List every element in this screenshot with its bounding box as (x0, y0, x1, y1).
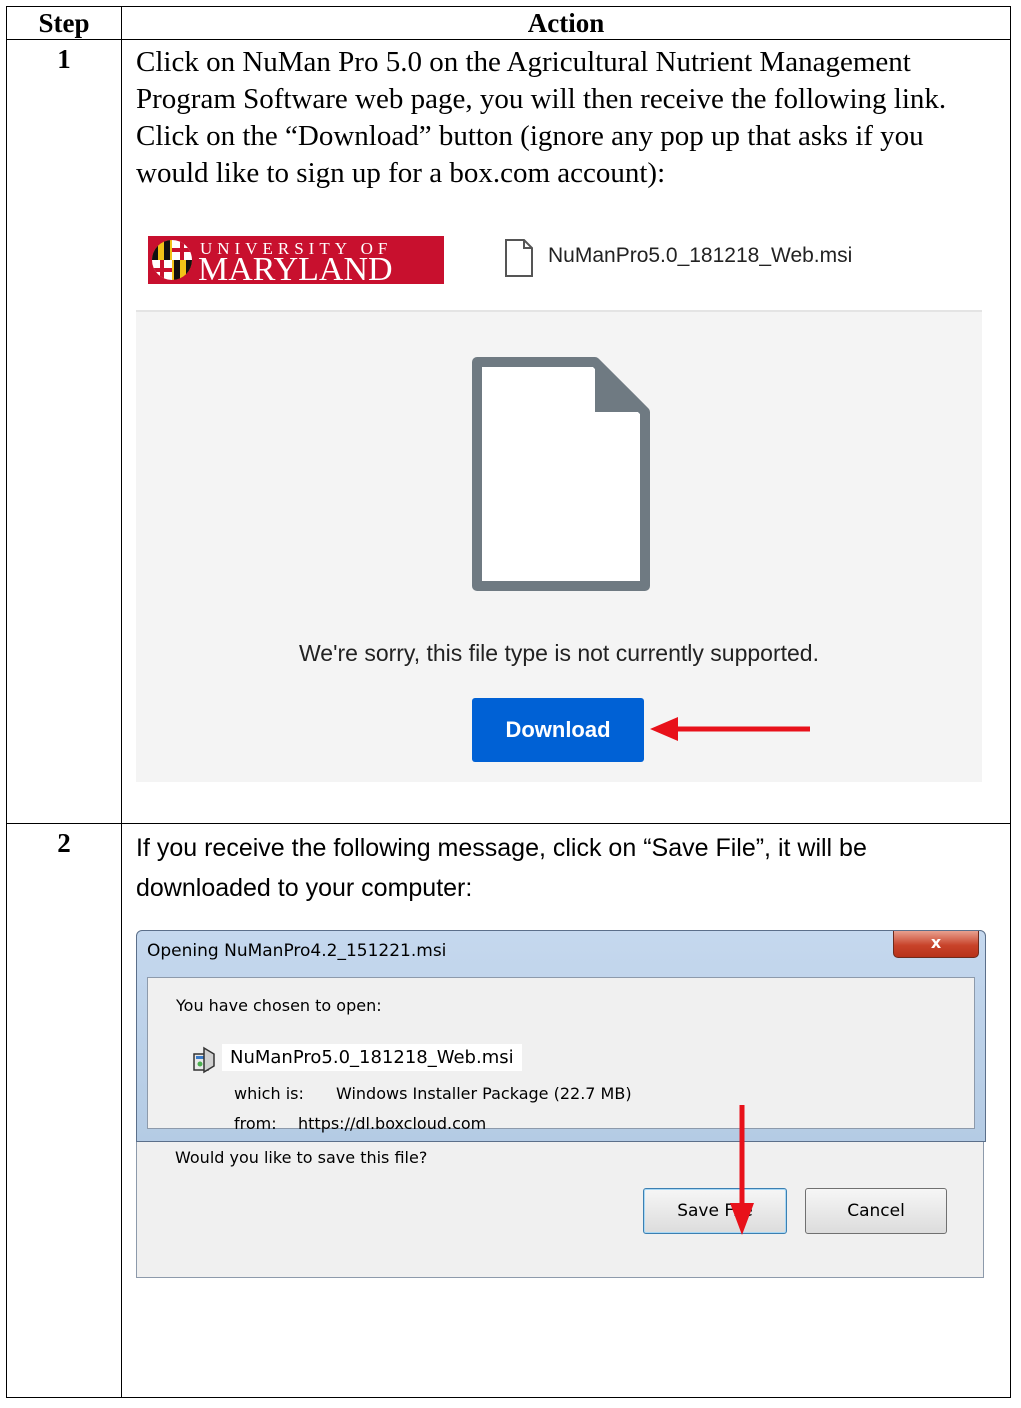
header-row: Step Action (6, 6, 1011, 40)
step-number: 2 (6, 823, 122, 1398)
red-arrow-left-icon (648, 714, 814, 749)
step-row: 2 If you receive the following message, … (6, 823, 1011, 1398)
unsupported-message: We're sorry, this file type is not curre… (299, 640, 819, 666)
box-file-name: NuManPro5.0_181218_Web.msi (548, 244, 853, 267)
instruction-table: Step Action 1 Click on NuMan Pro 5.0 on … (6, 6, 1011, 1398)
step-instruction: If you receive the following message, cl… (136, 834, 867, 902)
which-is-label: which is: (234, 1084, 304, 1103)
logo-maryland: MARYLAND (198, 251, 393, 284)
source-url-value: https://dl.boxcloud.com (298, 1114, 487, 1133)
dialog-body: You have chosen to open: NuManPro5.0_181… (147, 977, 975, 1133)
step-instruction: Click on NuMan Pro 5.0 on the Agricultur… (136, 46, 947, 189)
installer-package-icon (190, 1046, 218, 1078)
university-of-maryland-logo: UNIVERSITY OF MARYLAND (148, 236, 444, 284)
save-file-dialog: Opening NuManPro4.2_151221.msi x You hav… (136, 930, 986, 1142)
close-button[interactable]: x (893, 931, 979, 958)
dialog-title: Opening NuManPro4.2_151221.msi (147, 941, 447, 961)
step-number: 1 (6, 39, 122, 824)
red-arrow-down-icon (727, 1103, 757, 1244)
step-action-cell: If you receive the following message, cl… (121, 823, 1011, 1398)
file-type-value: Windows Installer Package (22.7 MB) (336, 1084, 632, 1103)
box-header: UNIVERSITY OF MARYLAND NuManPro5.0_18121… (136, 218, 982, 312)
dialog-file-name: NuManPro5.0_181218_Web.msi (222, 1044, 522, 1071)
save-file-button[interactable]: Save File (643, 1188, 787, 1234)
from-label: from: (234, 1114, 277, 1133)
box-file-preview: UNIVERSITY OF MARYLAND NuManPro5.0_18121… (136, 218, 982, 782)
cancel-button[interactable]: Cancel (805, 1188, 947, 1234)
save-question: Would you like to save this file? (175, 1148, 428, 1167)
dialog-footer: Would you like to save this file? Save F… (136, 1142, 984, 1278)
step-action-cell: Click on NuMan Pro 5.0 on the Agricultur… (121, 39, 1011, 824)
download-button[interactable]: Download (472, 698, 644, 762)
action-column-header: Action (121, 6, 1011, 40)
unsupported-file-icon (471, 356, 651, 597)
step-column-header: Step (6, 6, 122, 40)
chosen-to-open-label: You have chosen to open: (176, 996, 382, 1015)
maryland-flag-seal-icon (152, 240, 192, 280)
file-icon (504, 238, 534, 283)
step-row: 1 Click on NuMan Pro 5.0 on the Agricult… (6, 39, 1011, 824)
